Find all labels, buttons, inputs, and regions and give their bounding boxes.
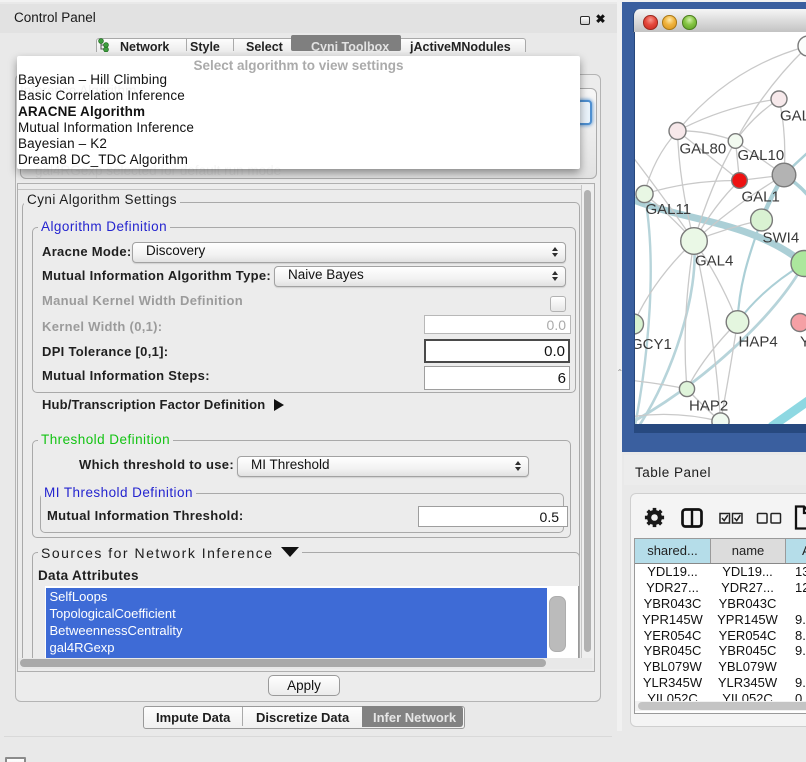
svg-text:SWI4: SWI4 [763,230,800,247]
svg-text:GAL4: GAL4 [695,253,733,270]
svg-text:HAP4: HAP4 [739,334,778,351]
svg-text:GAL11: GAL11 [646,201,692,218]
svg-text:GAL7: GAL7 [780,108,806,125]
svg-text:GAL1: GAL1 [742,189,780,206]
svg-text:GCY1: GCY1 [635,336,672,353]
svg-text:GAL80: GAL80 [680,141,727,158]
svg-text:GAL10: GAL10 [738,147,785,164]
svg-text:HAP2: HAP2 [689,398,728,415]
svg-text:YP: YP [800,334,806,351]
